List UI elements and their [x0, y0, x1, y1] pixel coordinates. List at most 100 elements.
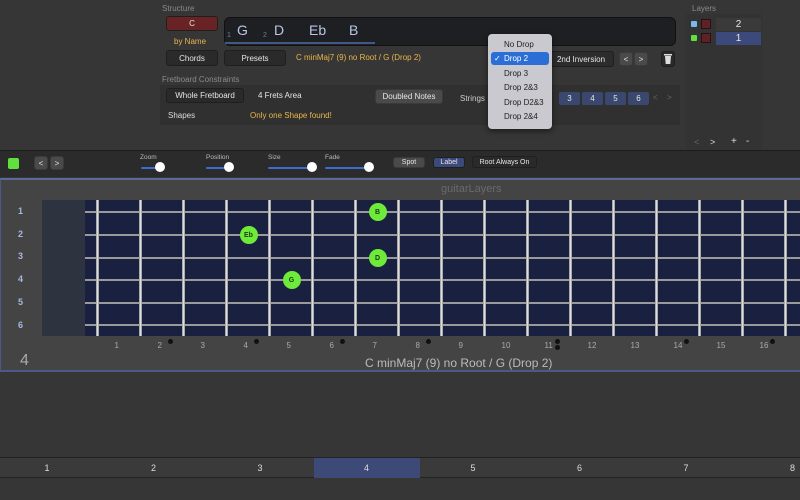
- note-eb[interactable]: Eb: [309, 22, 326, 38]
- fret-wire: [569, 200, 572, 336]
- fret-number: 7: [372, 341, 377, 350]
- page-tab-5[interactable]: 5: [420, 458, 526, 478]
- toolbar-next-button[interactable]: >: [50, 156, 64, 170]
- fret-inlay-dot: [168, 339, 173, 344]
- zoom-slider-handle[interactable]: [155, 162, 165, 172]
- root-note-button[interactable]: C: [166, 16, 218, 31]
- drop-menu-item[interactable]: Drop 2&4: [491, 110, 549, 123]
- nut-area: [42, 200, 85, 336]
- string-label: 6: [18, 320, 24, 330]
- fret-wire: [139, 200, 142, 336]
- layer-swatch[interactable]: [701, 33, 711, 43]
- fade-slider-handle[interactable]: [364, 162, 374, 172]
- note-marker-g[interactable]: G: [282, 271, 301, 289]
- inversion-selector[interactable]: 2nd Inversion: [548, 51, 614, 67]
- string-label: 4: [18, 274, 24, 284]
- layers-prev-button[interactable]: <: [694, 137, 699, 147]
- layer-item-selected[interactable]: 1: [716, 32, 761, 45]
- note-marker-eb[interactable]: Eb: [239, 226, 258, 244]
- fret-number: 15: [716, 341, 726, 350]
- remove-layer-button[interactable]: -: [746, 136, 749, 147]
- notes-underline: [225, 42, 375, 44]
- inversion-next-button[interactable]: >: [634, 52, 648, 66]
- inversion-prev-button[interactable]: <: [619, 52, 633, 66]
- fade-slider-track[interactable]: [325, 167, 369, 169]
- fret-wire: [311, 200, 314, 336]
- note-marker-b[interactable]: B: [368, 203, 387, 221]
- chords-button[interactable]: Chords: [166, 50, 218, 66]
- drop-menu: No Drop ✓ Drop 2 Drop 3 Drop 2&3 Drop D2…: [488, 34, 552, 129]
- layer-item[interactable]: 2: [716, 18, 761, 31]
- fret-number: 3: [200, 341, 205, 350]
- fret-number: 13: [630, 341, 640, 350]
- note-g[interactable]: G: [237, 22, 248, 38]
- string-label: 5: [18, 297, 24, 307]
- trash-button[interactable]: [661, 51, 675, 67]
- notes-display[interactable]: 1 G 2 D Eb B: [224, 17, 676, 46]
- presets-button[interactable]: Presets: [224, 50, 286, 66]
- chord-name: C minMaj7 (9) no Root / G (Drop 2): [296, 53, 421, 62]
- string-5-toggle[interactable]: 5: [605, 92, 626, 105]
- drop-menu-item[interactable]: Drop 3: [491, 67, 549, 80]
- trash-icon: [664, 54, 672, 64]
- layer-color-toggle[interactable]: [8, 158, 19, 169]
- layers-label: Layers: [692, 4, 717, 13]
- position-number: 4: [20, 352, 29, 369]
- strings-next-button[interactable]: >: [667, 93, 672, 102]
- fret-number: 1: [114, 341, 119, 350]
- page-tab-7[interactable]: 7: [633, 458, 739, 478]
- note-b[interactable]: B: [349, 22, 358, 38]
- note-marker: 1: [227, 32, 231, 39]
- note-marker-d[interactable]: D: [368, 249, 387, 267]
- page-tabs: 12345678: [0, 457, 800, 478]
- fret-number: 11: [544, 341, 553, 350]
- page-tab-4[interactable]: 4: [313, 458, 420, 478]
- spot-button[interactable]: Spot: [393, 157, 425, 168]
- root-always-on-button[interactable]: Root Always On: [472, 156, 537, 168]
- page-tab-1[interactable]: 1: [0, 458, 100, 478]
- fret-number: 16: [759, 341, 769, 350]
- toolbar-prev-button[interactable]: <: [34, 156, 48, 170]
- fret-number: 10: [501, 341, 511, 350]
- page-tab-8[interactable]: 8: [740, 458, 800, 478]
- size-slider-track[interactable]: [268, 167, 312, 169]
- page-tab-2[interactable]: 2: [101, 458, 207, 478]
- drop-menu-item[interactable]: Drop D2&3: [491, 96, 549, 109]
- string-3-toggle[interactable]: 3: [559, 92, 580, 105]
- fret-wire: [784, 200, 787, 336]
- drop-menu-item[interactable]: Drop 2&3: [491, 81, 549, 94]
- string-label: 2: [18, 229, 24, 239]
- doubled-notes-button[interactable]: Doubled Notes: [375, 89, 443, 104]
- drop-menu-item-selected[interactable]: ✓ Drop 2: [491, 52, 549, 65]
- fret-number: 5: [286, 341, 291, 350]
- fret-inlay-dot: [555, 339, 560, 344]
- fret-wire: [354, 200, 357, 336]
- note-d[interactable]: D: [274, 22, 284, 38]
- label-button[interactable]: Label: [433, 157, 465, 168]
- fretboard[interactable]: B Eb D G: [42, 200, 800, 336]
- string-6-toggle[interactable]: 6: [628, 92, 649, 105]
- layers-next-button[interactable]: >: [710, 137, 715, 147]
- add-layer-button[interactable]: +: [731, 136, 737, 147]
- app-watermark: guitarLayers: [441, 183, 502, 195]
- size-slider-handle[interactable]: [307, 162, 317, 172]
- drop-menu-item-label: Drop 2: [504, 54, 529, 63]
- drop-menu-item[interactable]: No Drop: [491, 38, 549, 51]
- fret-wire: [526, 200, 529, 336]
- four-frets-area-button[interactable]: 4 Frets Area: [258, 91, 302, 100]
- string-4-toggle[interactable]: 4: [582, 92, 603, 105]
- zoom-slider-label: Zoom: [140, 154, 157, 161]
- top-panel: Structure C by Name Chords Presets C min…: [0, 0, 800, 150]
- strings-prev-button[interactable]: <: [653, 93, 658, 102]
- whole-fretboard-button[interactable]: Whole Fretboard: [166, 88, 244, 103]
- page-tab-3[interactable]: 3: [207, 458, 313, 478]
- layer-swatch[interactable]: [701, 19, 711, 29]
- fret-inlay-dot: [555, 345, 560, 350]
- fret-number: 2: [157, 341, 162, 350]
- fret-wire: [741, 200, 744, 336]
- fret-wire: [612, 200, 615, 336]
- fret-number: 4: [243, 341, 248, 350]
- page-tab-6[interactable]: 6: [527, 458, 633, 478]
- by-name-label[interactable]: by Name: [174, 37, 206, 46]
- position-slider-handle[interactable]: [224, 162, 234, 172]
